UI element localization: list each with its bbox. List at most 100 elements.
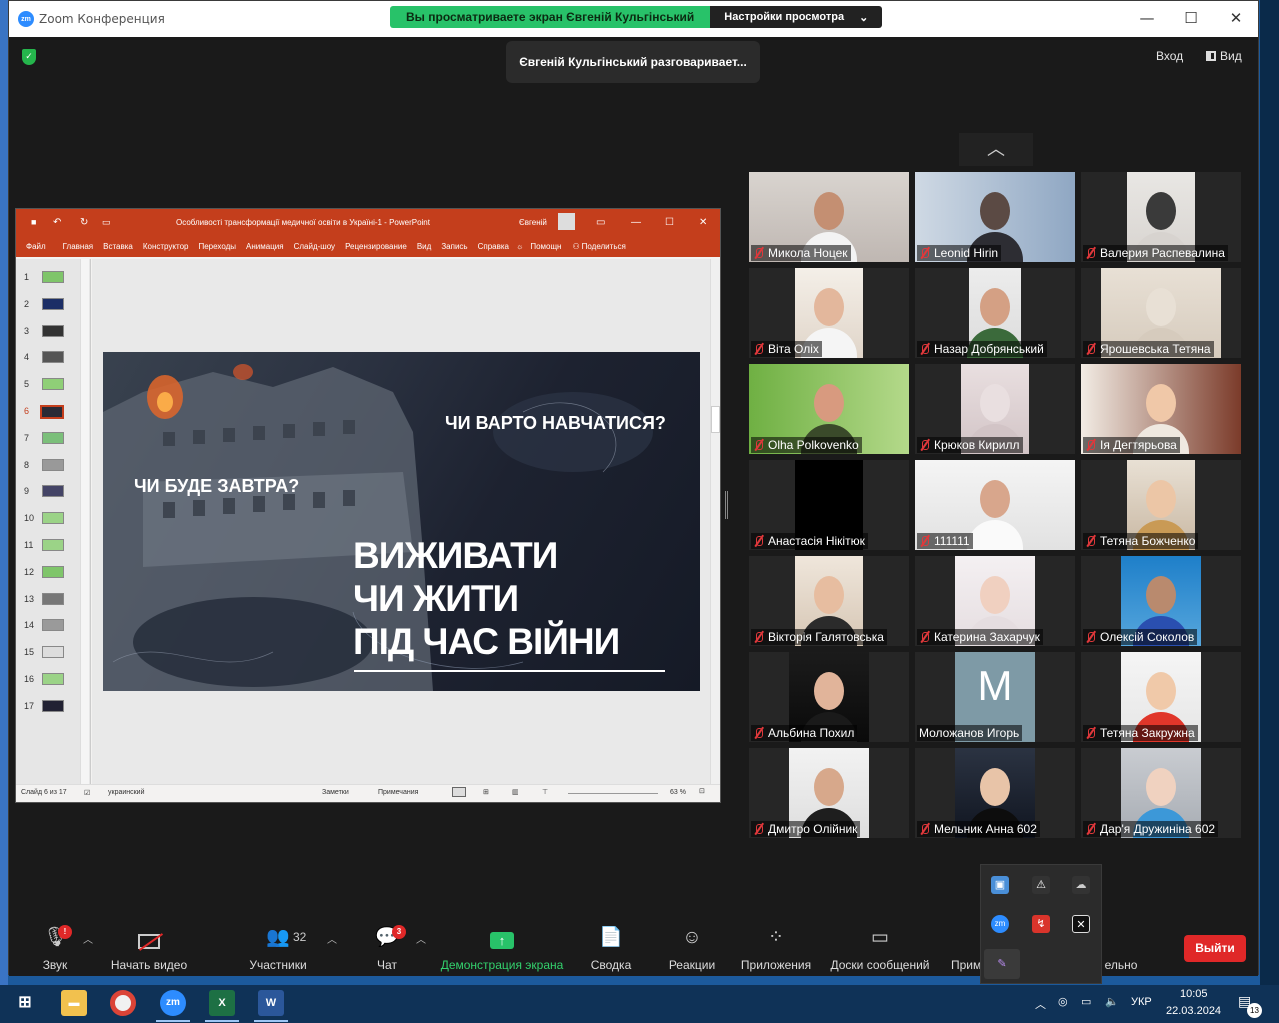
participant-tile[interactable]: Olha Polkovenko [749,364,909,454]
clock-date[interactable]: 22.03.2024 [1166,1005,1221,1017]
share-screen-button[interactable]: ↑ Демонстрация экрана [439,923,565,972]
participant-tile[interactable]: Олексій Соколов [1081,556,1241,646]
login-button[interactable]: Вход [1156,49,1183,63]
slide-thumbnail[interactable]: 9 [16,483,78,510]
chrome-icon[interactable] [110,990,136,1016]
participant-tile[interactable]: 111111 [915,460,1075,550]
slide-thumbnail[interactable]: 12 [16,564,78,591]
slide-thumbnail[interactable]: 4 [16,349,78,376]
excel-icon[interactable]: X [209,990,235,1016]
whiteboards-button[interactable]: ▭ Доски сообщений [828,923,932,972]
network-adapter-icon[interactable]: ▣ [991,876,1009,894]
slide-thumbnail[interactable]: 11 [16,537,78,564]
input-language[interactable]: УКР [1131,996,1152,1008]
close-button[interactable]: ✕ [1226,9,1246,27]
security-warning-icon[interactable]: ⚠ [1032,876,1050,894]
comments-button[interactable]: Примечания [378,789,418,796]
slide-heading-line-3: ПІД ЧАС ВІЙНИ [353,621,620,662]
notes-button[interactable]: Заметки [322,789,349,796]
ppt-tab: Вставка [103,241,133,251]
zoom-taskbar-icon[interactable]: zm [160,990,186,1016]
participant-tile[interactable]: Leonid Hirin [915,172,1075,262]
slide-thumbnail[interactable]: 6 [16,403,78,430]
participant-tile[interactable]: Ія Дегтярьова [1081,364,1241,454]
muted-mic-icon [753,343,765,356]
thumbnail-scrollbar[interactable] [80,259,89,784]
slide-thumbnail[interactable]: 14 [16,617,78,644]
slide-thumbnail[interactable]: 2 [16,296,78,323]
slide-thumbnail[interactable]: 13 [16,591,78,618]
participant-tile[interactable]: M Моложанов Игорь [915,652,1075,742]
participant-tile[interactable]: Катерина Захарчук [915,556,1075,646]
participant-tile[interactable]: Ярошевська Тетяна [1081,268,1241,358]
cloud-off-icon[interactable]: ☁ [1072,876,1090,894]
normal-view-icon[interactable] [452,787,466,797]
slide-thumbnail[interactable]: 5 [16,376,78,403]
view-options-button[interactable]: Настройки просмотра ⌄ [710,6,883,28]
participant-tile[interactable]: Віта Оліх [749,268,909,358]
slide-thumbnail[interactable]: 17 [16,698,78,725]
slide-thumbnail[interactable]: 10 [16,510,78,537]
tray-expand-icon[interactable]: ︿ [1035,996,1046,1012]
chat-options-caret[interactable]: ︿ [416,931,426,946]
clock-time[interactable]: 10:05 [1180,988,1208,1000]
participant-tile[interactable]: Крюков Кирилл [915,364,1075,454]
participants-options-caret[interactable]: ︿ [327,931,337,946]
fit-slide-icon[interactable]: ⊡ [699,787,705,795]
feather-icon[interactable]: ✎ [984,949,1020,979]
language-label: украинский [108,789,145,796]
view-button[interactable]: Вид [1206,49,1242,63]
gallery-scroll-up-button[interactable]: ︿ [959,133,1033,166]
participants-button[interactable]: 👥 Участники 32 [247,923,309,972]
participant-tile[interactable]: Микола Ноцек [749,172,909,262]
scrollbar-thumb[interactable] [711,406,720,433]
slide-thumbnail[interactable]: 1 [16,269,78,296]
participant-tile[interactable]: Альбина Похил [749,652,909,742]
windows-start-icon[interactable]: ⊞ [12,990,38,1016]
participant-tile[interactable]: Тетяна Закружна [1081,652,1241,742]
participant-tile[interactable]: Назар Добрянський [915,268,1075,358]
slide-thumbnail[interactable]: 8 [16,457,78,484]
slide-thumbnail[interactable]: 3 [16,323,78,350]
security-shield-icon[interactable]: ✓ [22,49,36,65]
slide-scrollbar[interactable] [710,259,720,784]
participant-name-label: Олексій Соколов [1083,629,1198,645]
minimize-button[interactable]: — [1137,9,1157,27]
network-icon[interactable]: ▭ [1081,995,1091,1008]
slide-sorter-icon[interactable]: ⊞ [483,788,489,796]
slide-thumbnail[interactable]: 7 [16,430,78,457]
slide-thumbnail[interactable]: 16 [16,671,78,698]
participant-name-label: Анастасія Нікітюк [751,533,868,549]
reading-view-icon[interactable]: ▥ [512,788,519,796]
start-video-button[interactable]: Начать видео [109,923,189,972]
slide-thumbnail[interactable]: 15 [16,644,78,671]
participant-tile[interactable]: Дар'я Дружиніна 602 [1081,748,1241,838]
audio-options-caret[interactable]: ︿ [83,931,93,946]
volume-icon[interactable]: 🔈 [1105,995,1119,1008]
acrobat-icon[interactable]: ↯ [1032,915,1050,933]
participant-tile[interactable]: Вікторія Галятовська [749,556,909,646]
notes-button-partial[interactable]: Прим [951,923,981,972]
file-explorer-icon[interactable]: ▬ [61,990,87,1016]
leave-meeting-button[interactable]: Выйти [1184,935,1246,962]
participant-tile[interactable]: Мельник Анна 602 [915,748,1075,838]
audio-button[interactable]: 🎙 Звук ! [33,923,77,972]
apps-button[interactable]: ⁘ Приложения [739,923,813,972]
summary-button[interactable]: 📄 Сводка [587,923,635,972]
maximize-button[interactable]: ☐ [1181,9,1201,27]
zoom-tray-icon[interactable]: zm [991,915,1009,933]
slideshow-icon[interactable]: ⊤ [542,788,548,796]
chat-button[interactable]: 💬 Чат 3 [371,923,406,972]
participant-tile[interactable]: Дмитро Олійник [749,748,909,838]
more-button-partial[interactable]: ельно [1103,923,1139,972]
participant-tile[interactable]: Валерия Распевалина [1081,172,1241,262]
splitter-handle[interactable] [725,491,728,519]
webcam-icon[interactable]: ◎ [1058,995,1068,1008]
app-tray-icon[interactable]: ✕ [1072,915,1090,933]
participant-tile[interactable]: Анастасія Нікітюк [749,460,909,550]
participant-tile[interactable]: Тетяна Божченко [1081,460,1241,550]
ppt-tab: Справка [477,241,509,251]
reactions-button[interactable]: ☺ Реакции [665,923,719,972]
word-icon[interactable]: W [258,990,284,1016]
zoom-slider[interactable] [568,793,658,794]
